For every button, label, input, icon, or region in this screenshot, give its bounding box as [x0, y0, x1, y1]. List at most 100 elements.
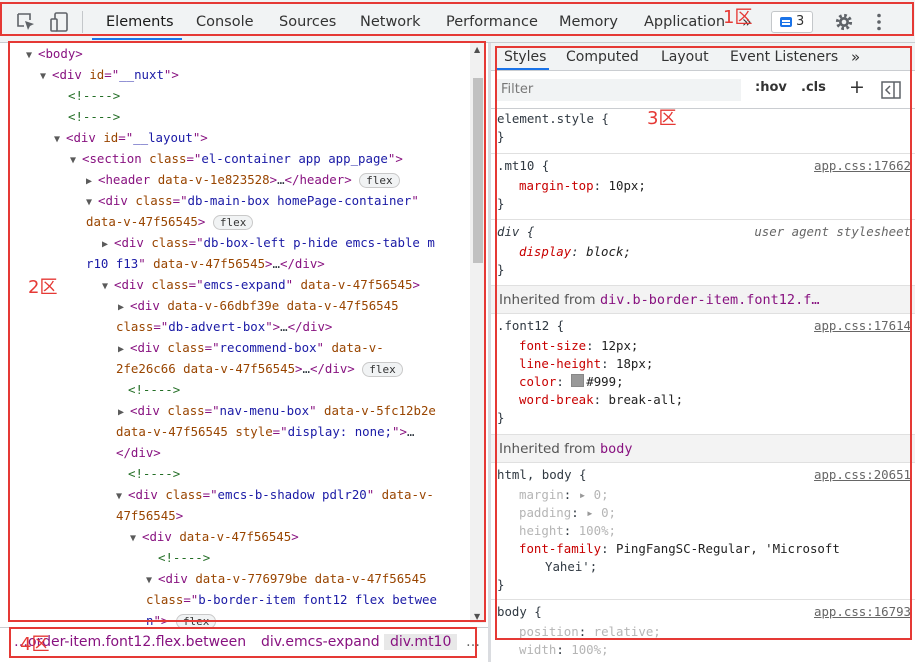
- rule-selector[interactable]: div {: [497, 224, 534, 239]
- dom-node-line[interactable]: ▶ <div data-v-66dbf39e data-v-47f56545: [118, 295, 399, 316]
- collapse-triangle-icon[interactable]: ▼: [26, 45, 38, 66]
- dom-node-line[interactable]: class="db-advert-box">…</div>: [116, 316, 332, 337]
- dom-node-line[interactable]: <!---->: [68, 106, 120, 127]
- breadcrumb-item-selected[interactable]: div.mt10: [384, 634, 458, 650]
- style-property[interactable]: font-family: PingFangSC-Regular, 'Micros…: [519, 541, 840, 556]
- dom-node-line[interactable]: ▼ <div data-v-776979be data-v-47f56545: [146, 568, 427, 589]
- dom-node-line[interactable]: <!---->: [158, 547, 210, 568]
- expand-triangle-icon[interactable]: ▶: [86, 171, 98, 192]
- tab-elements[interactable]: Elements: [106, 0, 174, 43]
- dom-node-line[interactable]: ▼ <div data-v-47f56545>: [130, 526, 299, 547]
- tab-performance[interactable]: Performance: [446, 0, 538, 43]
- scrollbar-thumb[interactable]: [473, 78, 483, 263]
- dom-node-line[interactable]: 2fe26c66 data-v-47f56545>…</div> flex: [116, 358, 403, 379]
- expand-triangle-icon[interactable]: ▶: [118, 339, 130, 360]
- hover-state-toggle[interactable]: :hov: [755, 80, 787, 95]
- styles-filter-input[interactable]: Filter: [497, 79, 741, 101]
- style-property[interactable]: font-size: 12px;: [519, 338, 638, 353]
- collapse-triangle-icon[interactable]: ▼: [40, 66, 52, 87]
- dom-node-line[interactable]: class="b-border-item font12 flex betwee: [146, 589, 437, 610]
- flex-badge[interactable]: flex: [362, 362, 403, 377]
- dom-node-line[interactable]: data-v-47f56545 style="display: none;">…: [116, 421, 414, 442]
- style-property[interactable]: margin-top: 10px;: [519, 178, 646, 193]
- dom-node-line[interactable]: </div>: [116, 442, 161, 463]
- expand-triangle-icon[interactable]: ▶: [118, 402, 130, 423]
- flex-badge[interactable]: flex: [212, 215, 254, 230]
- dom-node-line[interactable]: ▼ <body>: [26, 43, 83, 64]
- inherited-element-link[interactable]: div.b-border-item.font12.f…: [600, 292, 819, 308]
- flex-badge[interactable]: flex: [359, 173, 400, 188]
- style-property[interactable]: position: relative;: [519, 624, 661, 639]
- collapse-triangle-icon[interactable]: ▼: [70, 150, 82, 171]
- inspect-element-icon[interactable]: [15, 11, 37, 33]
- dom-node-line[interactable]: ▶ <div class="nav-menu-box" data-v-5fc12b…: [118, 400, 436, 421]
- dom-node-line[interactable]: ▼ <div class="db-main-box homePage-contai…: [86, 190, 419, 211]
- subtab-event-listeners[interactable]: Event Listeners: [730, 43, 838, 71]
- style-property[interactable]: line-height: 18px;: [519, 356, 653, 371]
- dom-node-line[interactable]: ▼ <div class="emcs-b-shadow pdlr20" data-…: [116, 484, 434, 505]
- new-style-rule-button[interactable]: +: [849, 76, 865, 98]
- collapse-triangle-icon[interactable]: ▼: [54, 129, 66, 150]
- dom-node-line[interactable]: data-v-47f56545> flex: [86, 211, 254, 232]
- dom-tree-scrollbar[interactable]: ▲ ▼: [470, 43, 486, 623]
- tab-application[interactable]: Application: [644, 0, 725, 43]
- dom-node-line[interactable]: ▼ <div id="__nuxt">: [40, 64, 179, 85]
- tab-console[interactable]: Console: [196, 0, 254, 43]
- dom-node-line[interactable]: ▶ <div class="recommend-box" data-v-: [118, 337, 384, 358]
- collapse-triangle-icon[interactable]: ▼: [116, 486, 128, 507]
- dom-node-line[interactable]: <!---->: [128, 463, 180, 484]
- subtab-styles[interactable]: Styles: [504, 43, 546, 71]
- rule-source-link[interactable]: app.css:17614: [814, 318, 911, 333]
- tab-sources[interactable]: Sources: [279, 0, 336, 43]
- rule-source-link[interactable]: app.css:20651: [814, 467, 911, 482]
- dom-node-line[interactable]: <!---->: [68, 85, 120, 106]
- style-property[interactable]: height: 100%;: [519, 523, 616, 538]
- kebab-menu-icon[interactable]: [868, 11, 890, 33]
- issues-button[interactable]: 3: [771, 11, 813, 33]
- style-property[interactable]: padding: ▸ 0;: [519, 505, 616, 520]
- rule-source-link[interactable]: app.css:17662: [814, 158, 911, 173]
- dom-node-line[interactable]: ▶ <div class="db-box-left p-hide emcs-tab…: [102, 232, 435, 253]
- expand-arrow-icon[interactable]: ▸: [579, 505, 593, 520]
- scroll-up-arrow-icon[interactable]: ▲: [474, 45, 480, 54]
- more-subtabs-button[interactable]: »: [851, 43, 860, 71]
- subtab-layout[interactable]: Layout: [661, 43, 709, 71]
- collapse-triangle-icon[interactable]: ▼: [102, 276, 114, 297]
- rule-selector[interactable]: html, body {: [497, 467, 587, 482]
- breadcrumb-overflow[interactable]: …: [466, 634, 480, 650]
- style-property[interactable]: margin: ▸ 0;: [519, 487, 609, 502]
- style-property[interactable]: color: #999;: [519, 374, 624, 389]
- rule-source-link[interactable]: app.css:16793: [814, 604, 911, 619]
- tab-memory[interactable]: Memory: [559, 0, 618, 43]
- rule-selector[interactable]: body {: [497, 604, 542, 619]
- settings-gear-icon[interactable]: [833, 11, 855, 33]
- dom-node-line[interactable]: ▼ <div id="__layout">: [54, 127, 208, 148]
- rule-selector[interactable]: .font12 {: [497, 318, 564, 333]
- style-property[interactable]: word-break: break-all;: [519, 392, 683, 407]
- scroll-down-arrow-icon[interactable]: ▼: [474, 612, 480, 621]
- collapse-triangle-icon[interactable]: ▼: [130, 528, 142, 549]
- class-toggle[interactable]: .cls: [801, 80, 826, 95]
- style-property[interactable]: display: block;: [519, 244, 631, 259]
- rule-selector[interactable]: element.style {: [497, 111, 609, 126]
- breadcrumb-item[interactable]: div.emcs-expand: [261, 634, 380, 650]
- dom-node-line[interactable]: ▼ <section class="el-container app app_pa…: [70, 148, 403, 169]
- toggle-sidebar-icon[interactable]: [881, 81, 901, 99]
- dom-node-line[interactable]: <!---->: [128, 379, 180, 400]
- rule-selector[interactable]: .mt10 {: [497, 158, 549, 173]
- expand-triangle-icon[interactable]: ▶: [118, 297, 130, 318]
- inherited-element-link[interactable]: body: [600, 441, 633, 457]
- dom-node-line[interactable]: ▼ <div class="emcs-expand" data-v-47f5654…: [102, 274, 420, 295]
- collapse-triangle-icon[interactable]: ▼: [86, 192, 98, 213]
- dom-node-line[interactable]: 47f56545>: [116, 505, 183, 526]
- subtab-computed[interactable]: Computed: [566, 43, 639, 71]
- device-toolbar-icon[interactable]: [48, 11, 70, 33]
- collapse-triangle-icon[interactable]: ▼: [146, 570, 158, 591]
- expand-triangle-icon[interactable]: ▶: [102, 234, 114, 255]
- dom-node-line[interactable]: r10 f13" data-v-47f56545>…</div>: [86, 253, 325, 274]
- style-property[interactable]: width: 100%;: [519, 642, 609, 657]
- dom-node-line[interactable]: ▶ <header data-v-1e823528>…</header> flex: [86, 169, 400, 190]
- expand-arrow-icon[interactable]: ▸: [571, 487, 586, 502]
- color-swatch[interactable]: [571, 374, 585, 387]
- tab-network[interactable]: Network: [360, 0, 421, 43]
